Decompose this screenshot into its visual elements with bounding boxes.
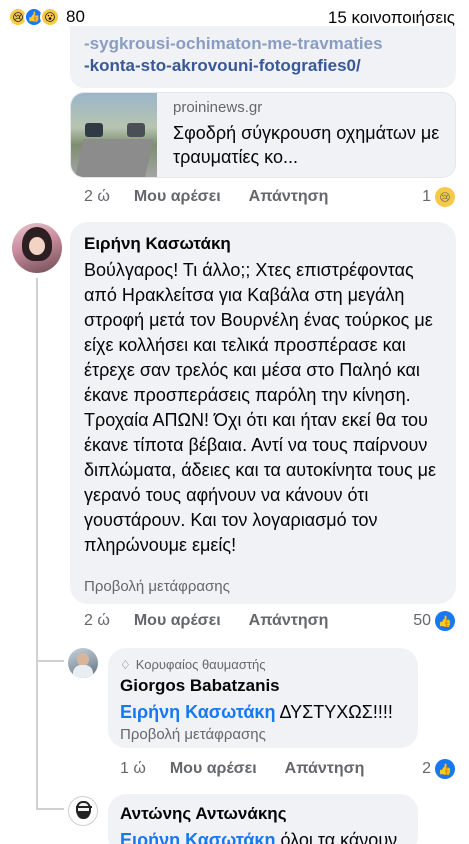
comment-reactions[interactable]: 1 😢 bbox=[422, 187, 455, 207]
reply-button[interactable]: Απάντηση bbox=[249, 188, 329, 206]
reply-button[interactable]: Απάντηση bbox=[285, 760, 365, 778]
comment-time[interactable]: 2 ώ bbox=[84, 612, 110, 630]
avatar[interactable] bbox=[12, 223, 62, 273]
reply-button[interactable]: Απάντηση bbox=[249, 612, 329, 630]
previous-comment-bubble: -sygkrousi-ochimaton-me-travmaties -kont… bbox=[70, 26, 456, 88]
reply-author[interactable]: Giorgos Babatzanis bbox=[120, 676, 280, 696]
preview-thumbnail bbox=[71, 93, 157, 177]
comment-time[interactable]: 2 ώ bbox=[84, 188, 110, 206]
comment-reactions[interactable]: 50 👍 bbox=[413, 611, 455, 631]
reaction-count: 2 bbox=[422, 760, 431, 777]
see-translation-link[interactable]: Προβολή μετάφρασης bbox=[84, 578, 230, 595]
reply-bubble: Αντώνης Αντωνάκης Ειρήνη Κασωτάκη όλοι τ… bbox=[108, 794, 418, 844]
reaction-count: 50 bbox=[413, 612, 431, 629]
thread-branch bbox=[36, 808, 64, 810]
thread-branch bbox=[36, 660, 64, 662]
like-button[interactable]: Μου αρέσει bbox=[134, 188, 221, 206]
like-reaction-icon: 👍 bbox=[435, 611, 455, 631]
like-button[interactable]: Μου αρέσει bbox=[134, 612, 221, 630]
comment-text: Βούλγαρος! Τι άλλο;; Χτες επιστρέφοντας … bbox=[84, 260, 437, 555]
reply-text-content: όλοι τα κάνουν bbox=[275, 830, 398, 844]
reply-time[interactable]: 1 ώ bbox=[120, 760, 146, 778]
reply-actions: 1 ώ Μου αρέσει Απάντηση bbox=[120, 760, 364, 778]
badge-label: Κορυφαίος θαυμαστής bbox=[135, 657, 266, 672]
previous-comment-actions: 2 ώ Μου αρέσει Απάντηση bbox=[84, 188, 328, 206]
reply-text: Ειρήνη Κασωτάκη ΔΥΣΤΥΧΩΣ!!!! bbox=[120, 700, 412, 725]
comment-bubble: Ειρήνη Κασωτάκη Βούλγαρος! Τι άλλο;; Χτε… bbox=[70, 222, 456, 604]
link-text[interactable]: -konta-sto-akrovouni-fotografies0/ bbox=[84, 56, 361, 76]
reaction-count: 80 bbox=[66, 7, 85, 26]
mention-link[interactable]: Ειρήνη Κασωτάκη bbox=[120, 702, 275, 722]
sad-reaction-icon: 😢 bbox=[435, 187, 455, 207]
reply-text: Ειρήνη Κασωτάκη όλοι τα κάνουν bbox=[120, 828, 412, 844]
avatar[interactable] bbox=[68, 648, 98, 678]
diamond-icon: ♢ bbox=[120, 657, 131, 672]
like-reaction-icon: 👍 bbox=[435, 759, 455, 779]
link-preview-card[interactable]: proininews.gr Σφοδρή σύγκρουση οχημάτων … bbox=[70, 92, 456, 178]
link-text-partial[interactable]: -sygkrousi-ochimaton-me-travmaties bbox=[84, 34, 383, 54]
reply-text-content: ΔΥΣΤΥΧΩΣ!!!! bbox=[275, 702, 393, 722]
reaction-count: 1 bbox=[422, 188, 431, 205]
like-button[interactable]: Μου αρέσει bbox=[170, 760, 257, 778]
comment-author[interactable]: Ειρήνη Κασωτάκη bbox=[84, 234, 231, 254]
reaction-summary[interactable]: 😢 👍 😮 80 bbox=[8, 7, 85, 27]
reply-author[interactable]: Αντώνης Αντωνάκης bbox=[120, 804, 287, 824]
avatar[interactable] bbox=[68, 796, 98, 826]
preview-source: proininews.gr bbox=[173, 99, 263, 116]
reply-bubble: ♢ Κορυφαίος θαυμαστής Giorgos Babatzanis… bbox=[108, 648, 418, 748]
shares-count[interactable]: 15 κοινοποιήσεις bbox=[328, 8, 455, 28]
mention-link[interactable]: Ειρήνη Κασωτάκη bbox=[120, 830, 275, 844]
see-translation-link[interactable]: Προβολή μετάφρασης bbox=[120, 726, 266, 743]
reply-reactions[interactable]: 2 👍 bbox=[422, 759, 455, 779]
comment-actions: 2 ώ Μου αρέσει Απάντηση bbox=[84, 612, 328, 630]
thread-line bbox=[36, 278, 38, 808]
preview-title: Σφοδρή σύγκρουση οχημάτων με τραυματίες … bbox=[173, 123, 440, 167]
top-fan-badge: ♢ Κορυφαίος θαυμαστής bbox=[120, 657, 265, 672]
wow-reaction-icon: 😮 bbox=[40, 7, 60, 27]
